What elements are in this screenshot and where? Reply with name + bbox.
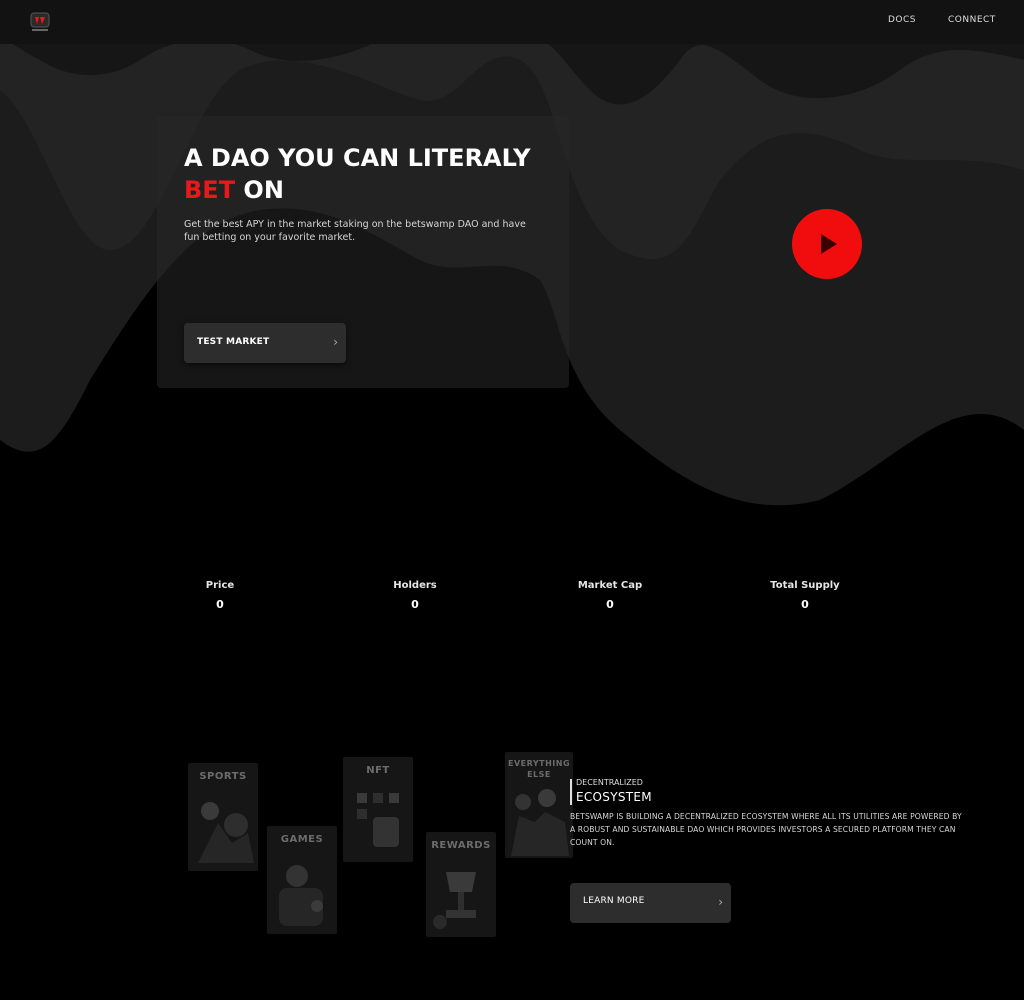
stat-market-cap: Market Cap 0 xyxy=(550,580,670,611)
card-rewards: REWARDS xyxy=(426,832,496,937)
card-games: GAMES xyxy=(267,826,337,934)
card-nft: NFT xyxy=(343,757,413,862)
stat-value: 0 xyxy=(801,598,809,611)
chevron-right-icon: › xyxy=(333,335,338,349)
hero-title-accent: BET xyxy=(184,176,236,204)
card-sports: SPORTS xyxy=(188,763,258,871)
betswamp-logo[interactable] xyxy=(28,11,54,33)
stat-holders: Holders 0 xyxy=(355,580,475,611)
stat-label: Price xyxy=(205,580,235,591)
card-title: EVERYTHING ELSE xyxy=(507,759,571,779)
learn-more-label: LEARN MORE xyxy=(583,896,645,906)
ecosystem-title: ECOSYSTEM xyxy=(576,790,652,804)
docs-link[interactable]: DOCS xyxy=(888,15,916,25)
hero-title-line2: ON xyxy=(235,176,284,204)
stat-label: Market Cap xyxy=(577,580,643,591)
ecosystem-description: BETSWAMP IS BUILDING A DECENTRALIZED ECO… xyxy=(570,812,962,847)
play-video-button[interactable] xyxy=(792,209,862,279)
stat-price: Price 0 xyxy=(160,580,280,611)
ecosystem-accent-bar xyxy=(570,779,572,805)
test-market-button[interactable]: TEST MARKET › xyxy=(184,323,346,363)
hero-title-line1: A DAO YOU CAN LITERALY xyxy=(184,144,531,172)
hero-description: Get the best APY in the market staking o… xyxy=(184,219,526,243)
card-everything-else: EVERYTHING ELSE xyxy=(505,752,573,858)
chevron-right-icon: › xyxy=(718,895,723,909)
stat-label: Holders xyxy=(393,580,437,591)
ecosystem-kicker: DECENTRALIZED xyxy=(576,778,643,787)
card-title: GAMES xyxy=(280,834,324,845)
stat-value: 0 xyxy=(606,598,614,611)
stat-value: 0 xyxy=(411,598,419,611)
stat-label: Total Supply xyxy=(770,580,840,591)
hero-title: A DAO YOU CAN LITERALY BET ON xyxy=(184,142,564,206)
card-title: SPORTS xyxy=(199,771,247,782)
stat-value: 0 xyxy=(216,598,224,611)
top-navigation: DOCS CONNECT xyxy=(0,0,1024,44)
card-title: NFT xyxy=(366,765,390,776)
learn-more-button[interactable]: LEARN MORE › xyxy=(570,883,731,923)
stat-total-supply: Total Supply 0 xyxy=(745,580,865,611)
test-market-label: TEST MARKET xyxy=(197,337,270,347)
play-icon xyxy=(821,234,837,254)
card-title: REWARDS xyxy=(431,840,491,851)
connect-link[interactable]: CONNECT xyxy=(948,15,996,25)
